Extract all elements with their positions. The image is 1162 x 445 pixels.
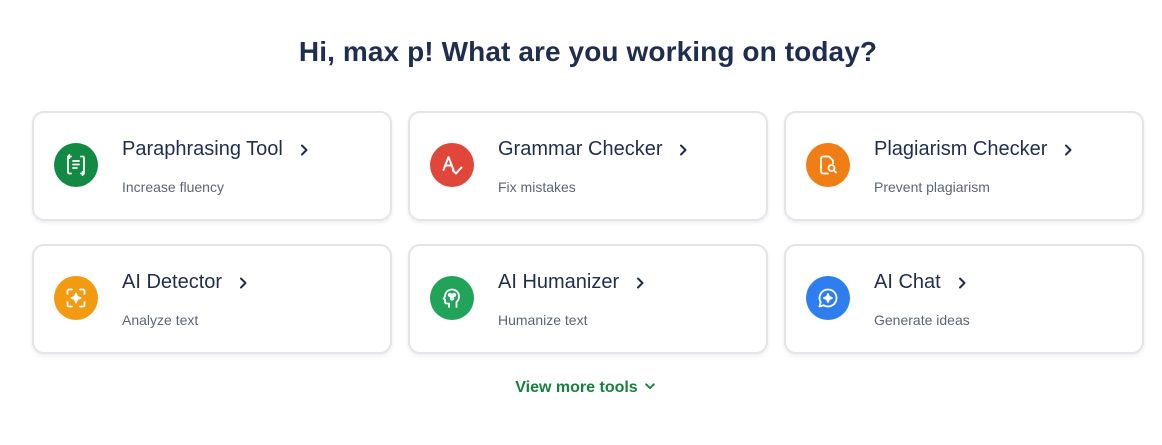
plagiarism-icon (806, 143, 850, 187)
tool-title-row: Grammar Checker (498, 138, 690, 161)
tool-title: AI Detector (122, 271, 223, 293)
tool-title-row: Plagiarism Checker (874, 138, 1075, 161)
chevron-right-icon (236, 276, 250, 290)
grammar-icon (430, 143, 474, 187)
tool-title: AI Chat (874, 271, 941, 293)
home-page: Hi, max p! What are you working on today… (0, 0, 1162, 445)
tool-title: Grammar Checker (498, 138, 663, 160)
tool-card-plagiarism[interactable]: Plagiarism Checker Prevent plagiarism (784, 111, 1144, 221)
tool-card-paraphrasing[interactable]: Paraphrasing Tool Increase fluency (32, 111, 392, 221)
chevron-right-icon (1061, 143, 1075, 157)
chevron-right-icon (633, 276, 647, 290)
view-more-tools-link[interactable]: View more tools (515, 379, 655, 397)
tool-card-ai-humanizer[interactable]: AI Humanizer Humanize text (408, 244, 768, 354)
tool-card-ai-chat[interactable]: AI Chat Generate ideas (784, 244, 1144, 354)
tool-subtitle: Prevent plagiarism (874, 179, 990, 195)
tool-title-row: AI Chat (874, 271, 969, 294)
paraphrase-icon (54, 143, 98, 187)
humanizer-icon (430, 276, 474, 320)
tool-subtitle: Analyze text (122, 312, 199, 328)
tool-title: Plagiarism Checker (874, 138, 1048, 160)
tool-title-row: AI Detector (122, 271, 250, 294)
tool-subtitle: Humanize text (498, 312, 588, 328)
chevron-right-icon (676, 143, 690, 157)
view-more-container: View more tools (0, 379, 1162, 397)
ai-detector-icon (54, 276, 98, 320)
tool-subtitle: Generate ideas (874, 312, 970, 328)
tool-card-ai-detector[interactable]: AI Detector Analyze text (32, 244, 392, 354)
view-more-label: View more tools (515, 379, 638, 396)
tool-subtitle: Increase fluency (122, 179, 224, 195)
tool-subtitle: Fix mistakes (498, 179, 576, 195)
tools-grid: Paraphrasing Tool Increase fluency Gramm… (32, 111, 1144, 354)
page-title: Hi, max p! What are you working on today… (298, 36, 878, 67)
tool-title: Paraphrasing Tool (122, 138, 283, 160)
chevron-down-icon (644, 379, 656, 397)
tool-title-row: AI Humanizer (498, 271, 647, 294)
chevron-right-icon (297, 143, 311, 157)
chat-icon (806, 276, 850, 320)
tool-card-grammar[interactable]: Grammar Checker Fix mistakes (408, 111, 768, 221)
tool-title: AI Humanizer (498, 271, 620, 293)
chevron-right-icon (955, 276, 969, 290)
tool-title-row: Paraphrasing Tool (122, 138, 311, 161)
